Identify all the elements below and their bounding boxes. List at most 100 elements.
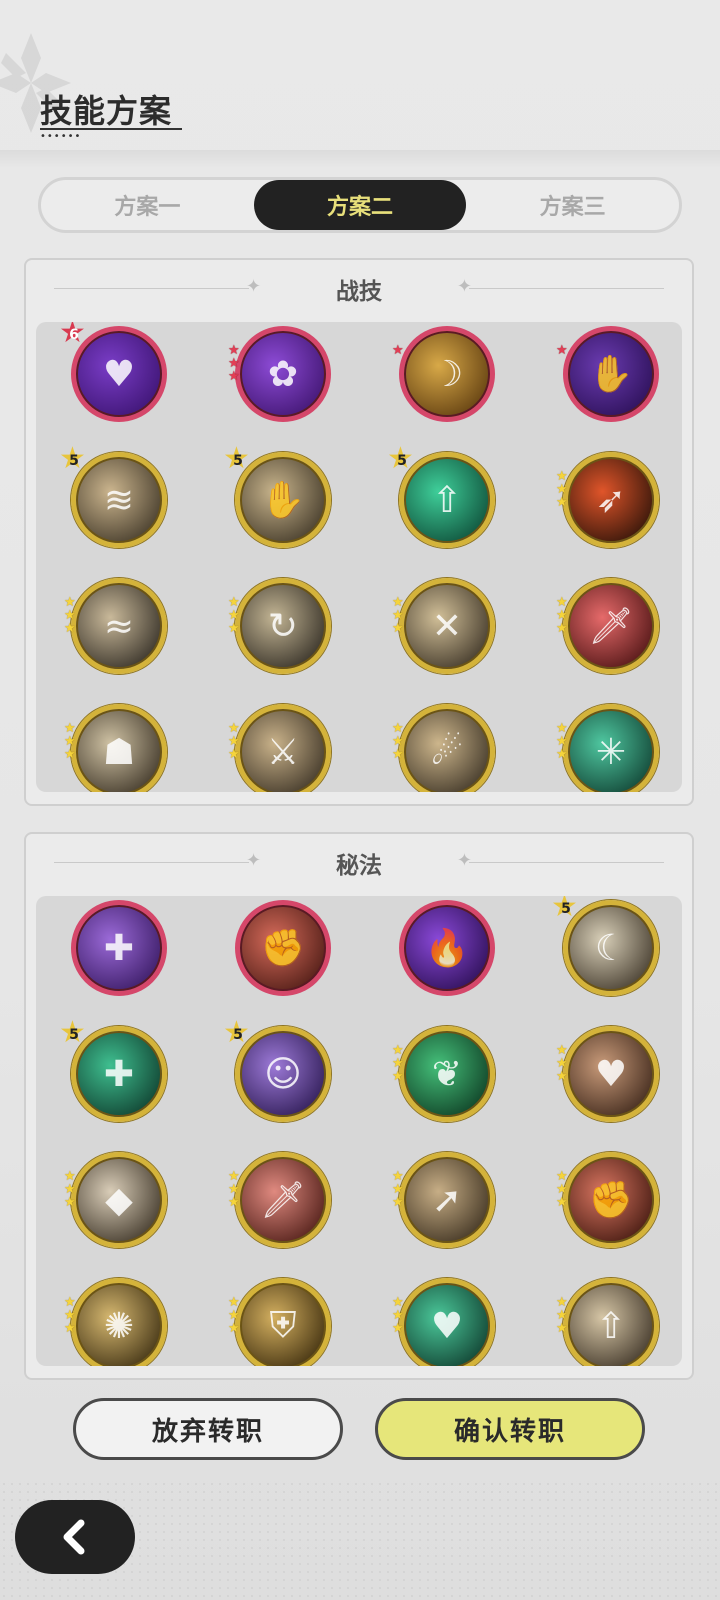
star-rank-icon: ★ ★ ★ (392, 595, 404, 636)
skill-glyph: ✊ (588, 1180, 634, 1221)
ground-spikes-icon: ✕ (399, 578, 495, 674)
title-underline (40, 128, 182, 130)
star-rank-icon: ★ ★ ★ (228, 1295, 240, 1336)
chevron-left-icon (63, 1519, 85, 1555)
header-divider (0, 150, 720, 168)
skill-slot[interactable]: ☾5 (531, 896, 682, 1016)
skill-glyph: ♥ (430, 1305, 464, 1347)
skill-slot[interactable]: ☗ ★ ★ ★ (39, 694, 203, 792)
divider-line (54, 288, 249, 289)
skill-glyph: ✚ (103, 1053, 135, 1095)
star-count-badge: 5 (59, 1020, 87, 1048)
skill-slot[interactable]: ♥6 (39, 322, 203, 442)
star-rank-icon: ★ ★ ★ (556, 1043, 568, 1084)
skill-slot[interactable]: ✚ (39, 896, 203, 1016)
skill-slot[interactable]: ⇧5 (367, 442, 531, 568)
skill-slot[interactable]: ✚5 (39, 1016, 203, 1142)
red-fist-icon: ✊ (235, 900, 331, 996)
skill-grid-scroll[interactable]: ♥6✿★★★☽★✋★≋5✋5⇧5➶★★★≈★★★↻★★★✕★★★🗡★★★☗★★★… (36, 322, 682, 792)
skill-slot[interactable]: ✕ ★ ★ ★ (367, 568, 531, 694)
section-title: 战技 (336, 279, 382, 305)
skill-slot[interactable]: ☽ ★ (367, 322, 531, 442)
skill-glyph: ✺ (103, 1305, 135, 1347)
abandon-class-change-button[interactable]: 放弃转职 (73, 1398, 343, 1460)
green-leaf-blade-icon: ❦ (399, 1026, 495, 1122)
sparkle-icon: ✦ (246, 276, 262, 297)
skill-glyph: ⇧ (595, 1305, 627, 1347)
skill-slot[interactable]: ❦ ★ ★ ★ (367, 1016, 531, 1142)
skill-glyph: ❦ (431, 1053, 463, 1095)
skill-glyph: ➶ (595, 479, 627, 521)
skill-glyph: ➚ (431, 1179, 463, 1221)
tab-plan-1[interactable]: 方案一 (41, 180, 254, 230)
skill-slot[interactable]: ↻ ★ ★ ★ (203, 568, 367, 694)
star-count-badge: 5 (223, 446, 251, 474)
skill-slot[interactable]: ✊ (203, 896, 367, 1016)
star-count-badge: 5 (59, 446, 87, 474)
skill-slot[interactable]: ✿ ★ ★ ★ (203, 322, 367, 442)
skill-slot[interactable]: 🗡 ★ ★ ★ (203, 1142, 367, 1268)
tab-plan-3[interactable]: 方案三 (466, 180, 679, 230)
page-title: 技能方案 (40, 92, 173, 130)
star-rank-icon: ★ ★ ★ (556, 1295, 568, 1336)
crystal-shard-icon: ◆ (71, 1152, 167, 1248)
skill-slot[interactable]: ⇧ ★ ★ ★ (531, 1268, 682, 1366)
skill-slot[interactable]: ≋5 (39, 442, 203, 568)
star-count-badge: 5 (551, 896, 579, 922)
skill-grid: ✚✊🔥☾5✚5☺5❦★★★♥★★★◆★★★🗡★★★➚★★★✊★★★✺★★★⛨★★… (36, 896, 682, 1366)
star-rank-icon: ★ ★ ★ (556, 469, 568, 510)
star-rank-icon: ★ ★ ★ (556, 1169, 568, 1210)
skill-slot[interactable]: ☺5 (203, 1016, 367, 1142)
divider-line (469, 862, 664, 863)
skill-slot[interactable]: ✳ ★ ★ ★ (531, 694, 682, 792)
sword-upgrade-icon: ⇧ (563, 1278, 659, 1366)
skill-glyph: ≈ (103, 605, 135, 647)
star-rank-icon: ★ ★ ★ (228, 721, 240, 762)
skill-slot[interactable]: ✺ ★ ★ ★ (39, 1268, 203, 1366)
leap-attack-icon: ☄ (399, 704, 495, 792)
skill-slot[interactable]: ☄ ★ ★ ★ (367, 694, 531, 792)
skill-glyph: ⚔ (266, 731, 300, 773)
purple-orb-heal-icon: ✚ (71, 900, 167, 996)
star-rank-icon: ★ ★ ★ (392, 721, 404, 762)
skill-slot[interactable]: ➚ ★ ★ ★ (367, 1142, 531, 1268)
golden-slash-icon: ☽ (399, 326, 495, 422)
star-rank-icon: ★ ★ ★ (556, 595, 568, 636)
skill-slot[interactable]: ♥ ★ ★ ★ (367, 1268, 531, 1366)
star-rank-icon: ★ ★ ★ (64, 721, 76, 762)
back-button[interactable] (15, 1500, 135, 1574)
skill-grid-scroll[interactable]: ✚✊🔥☾5✚5☺5❦★★★♥★★★◆★★★🗡★★★➚★★★✊★★★✺★★★⛨★★… (36, 896, 682, 1366)
skill-glyph: 🔥 (424, 928, 470, 969)
tab-plan-2[interactable]: 方案二 (253, 180, 467, 230)
star-rank-icon: ★ (392, 343, 404, 358)
red-fist-wrap-icon: ✊ (563, 1152, 659, 1248)
skill-slot[interactable]: ✋ ★ (531, 322, 682, 442)
sparkle-icon: ✦ (246, 850, 262, 871)
skill-glyph: ◆ (105, 1179, 133, 1221)
skill-glyph: 🗡 (588, 606, 634, 647)
divider-line (54, 862, 249, 863)
golden-armor-icon: ⛨ (235, 1278, 331, 1366)
skill-slot[interactable]: ≈ ★ ★ ★ (39, 568, 203, 694)
star-rank-icon: ★ ★ ★ (392, 1295, 404, 1336)
skill-slot[interactable]: ✋5 (203, 442, 367, 568)
wind-slash-icon: ≈ (71, 578, 167, 674)
heart-shield-icon: ♥ (563, 1026, 659, 1122)
skill-slot[interactable]: ⛨ ★ ★ ★ (203, 1268, 367, 1366)
skill-slot[interactable]: 🗡 ★ ★ ★ (531, 568, 682, 694)
skill-slot[interactable]: 🔥 (367, 896, 531, 1016)
skill-glyph: ✊ (260, 928, 306, 969)
sword-thrust-icon: ⚔ (235, 704, 331, 792)
skill-slot[interactable]: ♥ ★ ★ ★ (531, 1016, 682, 1142)
skill-slot[interactable]: ✊ ★ ★ ★ (531, 1142, 682, 1268)
confirm-class-change-button[interactable]: 确认转职 (375, 1398, 645, 1460)
skill-slot[interactable]: ⚔ ★ ★ ★ (203, 694, 367, 792)
purple-flame-icon: 🔥 (399, 900, 495, 996)
skill-glyph: ⇧ (431, 479, 463, 521)
skill-glyph: ✳ (595, 731, 627, 773)
skill-glyph: ↻ (267, 605, 299, 647)
title-dots: •••••• (40, 131, 82, 142)
sparkle-icon: ✦ (456, 276, 472, 297)
skill-slot[interactable]: ◆ ★ ★ ★ (39, 1142, 203, 1268)
skill-slot[interactable]: ➶ ★ ★ ★ (531, 442, 682, 568)
